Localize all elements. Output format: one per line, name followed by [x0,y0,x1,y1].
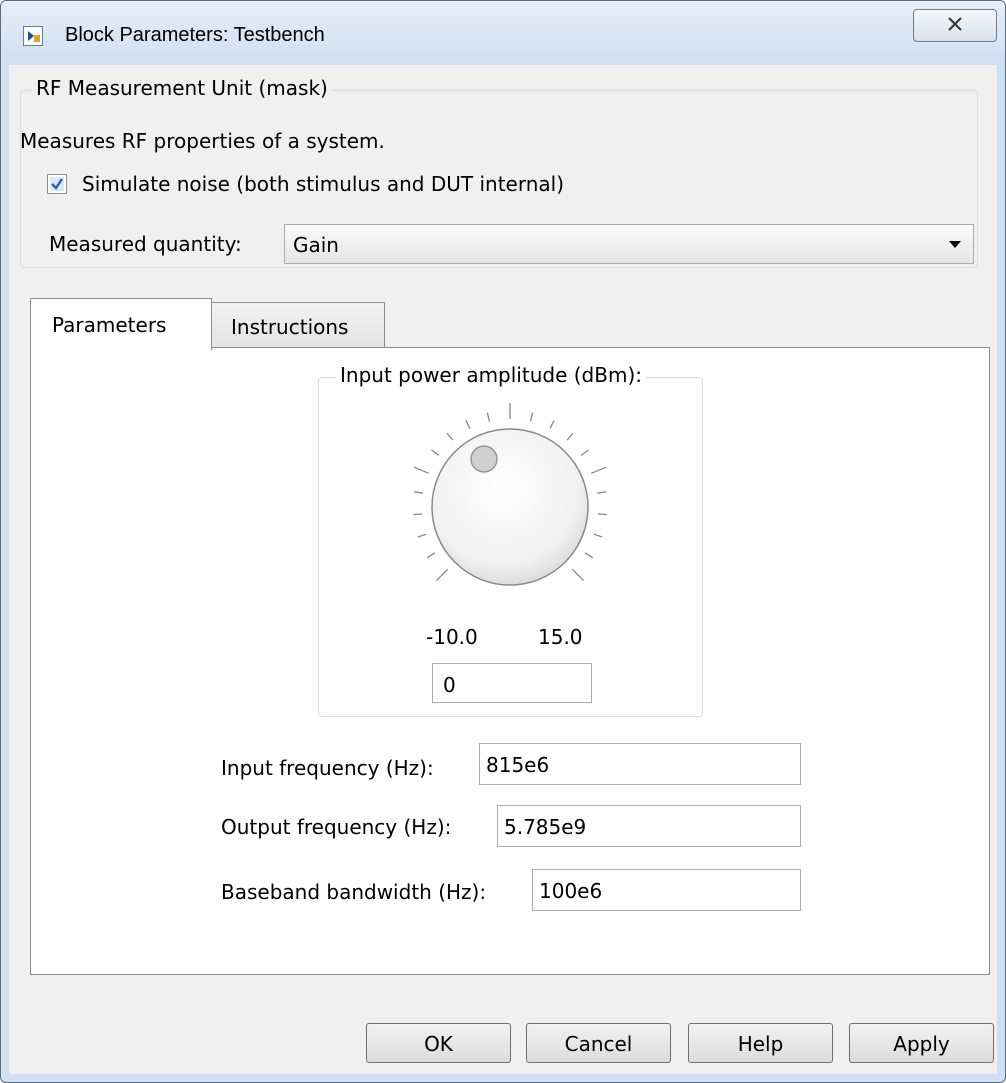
tab-parameters[interactable]: Parameters [30,298,212,350]
knob-tick [596,491,606,494]
input-power-value-field[interactable]: 0 [432,663,592,703]
input-frequency-field[interactable]: 815e6 [479,743,801,785]
tab-instructions[interactable]: Instructions [210,302,385,348]
knob-tick [566,432,574,441]
knob-tick [413,466,429,474]
knob-tick [486,412,491,422]
knob-tick [465,420,471,429]
measured-quantity-value: Gain [293,233,339,257]
output-frequency-field[interactable]: 5.785e9 [497,805,801,847]
mask-description: Measures RF properties of a system. [20,129,385,153]
knob-tick [446,432,454,441]
knob-tick [593,533,603,538]
simulate-noise-checkbox[interactable] [47,174,67,194]
knob-indicator [470,445,498,473]
knob-tick [529,412,534,422]
knob-tick [549,420,555,429]
simulink-block-icon [23,26,43,46]
knob-max-label: 15.0 [538,625,583,649]
knob-tick [431,449,440,456]
baseband-bandwidth-label: Baseband bandwidth (Hz): [221,880,487,904]
knob-tick [584,552,594,559]
close-icon [947,16,963,35]
cancel-button[interactable]: Cancel [526,1023,671,1063]
baseband-bandwidth-field[interactable]: 100e6 [532,869,801,911]
input-frequency-label: Input frequency (Hz): [221,756,434,780]
help-button[interactable]: Help [688,1023,833,1063]
dropdown-arrow-icon [949,241,961,248]
output-frequency-label: Output frequency (Hz): [221,815,452,839]
knob-tick [417,533,427,538]
knob-tick [580,449,589,456]
measured-quantity-dropdown[interactable]: Gain [284,224,974,264]
close-button[interactable] [913,9,997,42]
input-power-knob[interactable] [400,400,620,620]
knob-tick [436,568,449,581]
window-title: Block Parameters: Testbench [65,24,325,46]
tab-instructions-label: Instructions [231,315,349,339]
checkmark-icon [50,177,64,191]
knob-tick [426,552,436,559]
mask-group-title: RF Measurement Unit (mask) [32,76,332,100]
title-bar[interactable]: Block Parameters: Testbench [1,1,1005,65]
measured-quantity-label: Measured quantity: [49,232,242,256]
ok-button[interactable]: OK [366,1023,511,1063]
knob-tick [571,568,584,581]
knob-tick [414,491,424,494]
apply-button[interactable]: Apply [849,1023,994,1063]
simulate-noise-label[interactable]: Simulate noise (both stimulus and DUT in… [82,172,564,196]
knob-tick [591,466,607,474]
knob-min-label: -10.0 [426,625,478,649]
input-power-label: Input power amplitude (dBm): [336,363,646,387]
knob-tick [413,513,423,516]
knob-tick [597,513,607,516]
tab-parameters-label: Parameters [52,313,167,337]
